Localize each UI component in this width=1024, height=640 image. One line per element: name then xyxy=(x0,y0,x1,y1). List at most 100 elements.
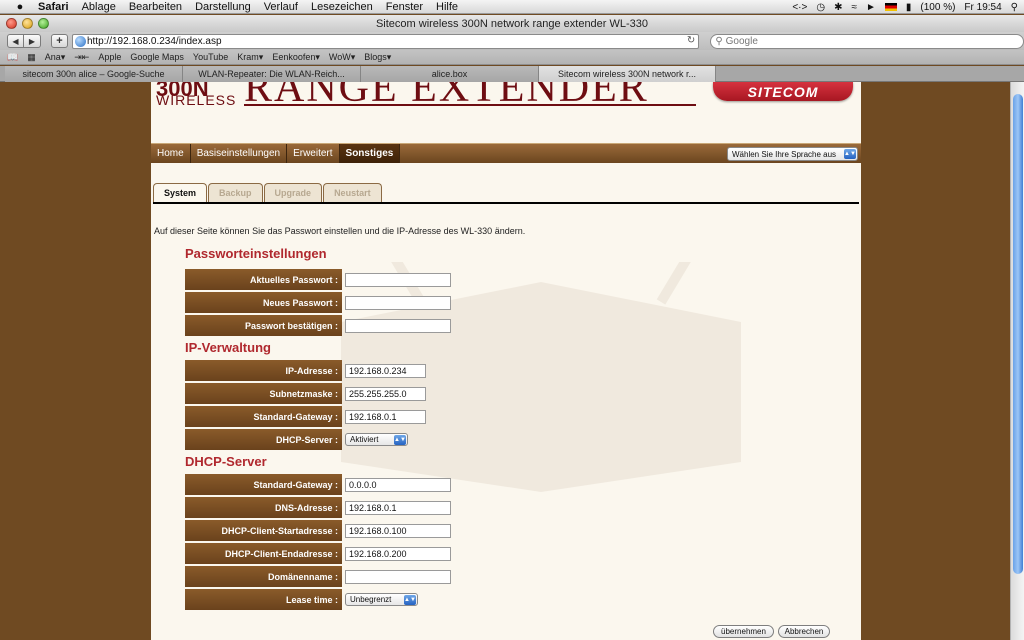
new-password-input[interactable] xyxy=(345,295,451,310)
menu-fenster[interactable]: Fenster xyxy=(386,1,423,13)
tab-system[interactable]: System xyxy=(153,183,208,202)
default-gateway-label: Standard-Gateway : xyxy=(185,406,342,427)
apply-button[interactable]: übernehmen xyxy=(713,625,774,638)
address-bar[interactable]: http://192.168.0.234/index.asp ↻ xyxy=(71,33,700,49)
current-password-input[interactable] xyxy=(345,272,451,287)
bookmark-apple[interactable]: Apple xyxy=(98,52,121,62)
bluetooth-icon[interactable]: ✱ xyxy=(834,2,842,13)
bookmark-eenkoofen[interactable]: Eenkoofen▾ xyxy=(272,52,320,63)
ip-address-input[interactable]: 192.168.0.234 xyxy=(345,363,426,378)
subnet-mask-input[interactable]: 255.255.255.0 xyxy=(345,386,426,401)
domain-name-input[interactable] xyxy=(345,569,451,584)
bookmarks-book-icon[interactable]: 📖 xyxy=(7,52,18,63)
menu-bearbeiten[interactable]: Bearbeiten xyxy=(129,1,182,13)
menubar-clock[interactable]: Fr 19:54 xyxy=(964,2,1001,13)
sub-tabs: System Backup Upgrade Neustart xyxy=(153,183,382,202)
bookmark-wow[interactable]: WoW▾ xyxy=(329,52,355,63)
form-row: Domänenname : xyxy=(185,566,451,587)
menu-safari[interactable]: Safari xyxy=(38,1,69,13)
current-password-label: Aktuelles Passwort : xyxy=(185,269,342,290)
tab-backup[interactable]: Backup xyxy=(208,183,263,202)
dhcp-start-input[interactable]: 192.168.0.100 xyxy=(345,523,451,538)
dhcp-gateway-input[interactable]: 0.0.0.0 xyxy=(345,477,451,492)
dhcp-server-value: Aktiviert xyxy=(350,435,379,444)
lease-time-select[interactable]: Unbegrenzt ▲▼ xyxy=(345,593,418,606)
menu-lesezeichen[interactable]: Lesezeichen xyxy=(311,1,373,13)
browser-tab-active[interactable]: Sitecom wireless 300N network r... xyxy=(539,66,716,82)
nav-erweitert[interactable]: Erweitert xyxy=(287,144,340,163)
tab-neustart[interactable]: Neustart xyxy=(323,183,382,202)
close-window-button[interactable] xyxy=(6,18,17,29)
forward-button[interactable]: ▶ xyxy=(23,34,41,48)
select-arrows-icon: ▲▼ xyxy=(844,149,856,159)
confirm-password-input[interactable] xyxy=(345,318,451,333)
bookmarklet-icon[interactable]: ⇥⇤ xyxy=(74,52,89,63)
dns-address-label: DNS-Adresse : xyxy=(185,497,342,518)
reload-icon[interactable]: ↻ xyxy=(687,35,695,46)
nav-home[interactable]: Home xyxy=(151,144,191,163)
bookmark-youtube[interactable]: YouTube xyxy=(193,52,228,62)
browser-tab[interactable]: WLAN-Repeater: Die WLAN-Reich... xyxy=(183,66,361,82)
dhcp-server-select[interactable]: Aktiviert ▲▼ xyxy=(345,433,408,446)
logo-underline xyxy=(244,104,696,106)
wifi-icon[interactable]: ≈ xyxy=(851,2,857,13)
tab-upgrade[interactable]: Upgrade xyxy=(263,183,323,202)
form-row: DHCP-Client-Startadresse : 192.168.0.100 xyxy=(185,520,451,541)
dhcp-end-input[interactable]: 192.168.0.200 xyxy=(345,546,451,561)
mac-menubar: ● Safari Ablage Bearbeiten Darstellung V… xyxy=(0,0,1024,14)
scrollbar-thumb[interactable] xyxy=(1013,94,1023,574)
router-admin-page: 300N WIRELESS RANGE EXTENDER SITECOM Hom… xyxy=(151,82,861,640)
form-row: Lease time : Unbegrenzt ▲▼ xyxy=(185,589,418,610)
input-language-flag-icon[interactable] xyxy=(884,3,897,11)
intro-text: Auf dieser Seite können Sie das Passwort… xyxy=(154,226,526,236)
browser-tab[interactable]: alice.box xyxy=(361,66,539,82)
menu-ablage[interactable]: Ablage xyxy=(82,1,116,13)
ip-section-title: IP-Verwaltung xyxy=(185,340,271,355)
form-row: IP-Adresse : 192.168.0.234 xyxy=(185,360,426,381)
add-bookmark-button[interactable]: + xyxy=(50,34,68,48)
brand-text: SITECOM xyxy=(747,83,819,100)
password-section-title: Passworteinstellungen xyxy=(185,246,327,261)
menu-darstellung[interactable]: Darstellung xyxy=(195,1,251,13)
language-select[interactable]: Wählen Sie Ihre Sprache aus ▲▼ xyxy=(727,147,858,161)
bookmark-ana[interactable]: Ana▾ xyxy=(45,52,66,63)
bookmark-kram[interactable]: Kram▾ xyxy=(237,52,263,63)
volume-icon[interactable]: ► xyxy=(866,2,876,13)
browser-tab-label: Sitecom wireless 300N network r... xyxy=(557,69,697,79)
dns-address-input[interactable]: 192.168.0.1 xyxy=(345,500,451,515)
menu-hilfe[interactable]: Hilfe xyxy=(436,1,458,13)
subnet-mask-label: Subnetzmaske : xyxy=(185,383,342,404)
time-machine-icon[interactable]: ◷ xyxy=(816,2,825,13)
form-row: DHCP-Server : Aktiviert ▲▼ xyxy=(185,429,408,450)
select-arrows-icon: ▲▼ xyxy=(404,595,416,605)
code-icon[interactable]: <·> xyxy=(792,2,807,13)
search-placeholder: Google xyxy=(725,35,758,47)
form-row: Neues Passwort : xyxy=(185,292,451,313)
menubar-status-area: <·> ◷ ✱ ≈ ► ▮ (100 %) Fr 19:54 ⚲ xyxy=(792,0,1018,14)
bookmark-blogs[interactable]: Blogs▾ xyxy=(364,52,391,63)
traffic-lights xyxy=(6,18,49,29)
zoom-window-button[interactable] xyxy=(38,18,49,29)
bookmark-google-maps[interactable]: Google Maps xyxy=(130,52,184,62)
nav-basiseinstellungen[interactable]: Basiseinstellungen xyxy=(191,144,288,163)
back-button[interactable]: ◀ xyxy=(7,34,24,48)
web-content: 300N WIRELESS RANGE EXTENDER SITECOM Hom… xyxy=(0,82,1010,640)
logo-wireless: WIRELESS xyxy=(156,92,237,108)
default-gateway-input[interactable]: 192.168.0.1 xyxy=(345,409,426,424)
battery-percent: (100 %) xyxy=(920,1,956,13)
browser-tab[interactable]: sitecom 300n alice – Google-Suche xyxy=(5,66,183,82)
browser-toolbar: ◀ ▶ + http://192.168.0.234/index.asp ↻ ⚲… xyxy=(0,32,1024,50)
search-icon: ⚲ xyxy=(715,35,723,47)
browser-tab-bar: sitecom 300n alice – Google-Suche WLAN-R… xyxy=(0,66,1024,82)
page-scrollbar[interactable] xyxy=(1010,82,1024,640)
spotlight-search-icon[interactable]: ⚲ xyxy=(1011,2,1018,13)
apple-menu-icon[interactable]: ● xyxy=(12,1,28,13)
search-field[interactable]: ⚲ Google xyxy=(710,33,1024,49)
menu-verlauf[interactable]: Verlauf xyxy=(264,1,298,13)
cancel-button[interactable]: Abbrechen xyxy=(778,625,830,638)
top-sites-grid-icon[interactable]: ▦ xyxy=(27,52,36,63)
battery-icon[interactable]: ▮ xyxy=(906,2,912,13)
minimize-window-button[interactable] xyxy=(22,18,33,29)
nav-sonstiges[interactable]: Sonstiges xyxy=(339,144,401,163)
form-row: Standard-Gateway : 0.0.0.0 xyxy=(185,474,451,495)
